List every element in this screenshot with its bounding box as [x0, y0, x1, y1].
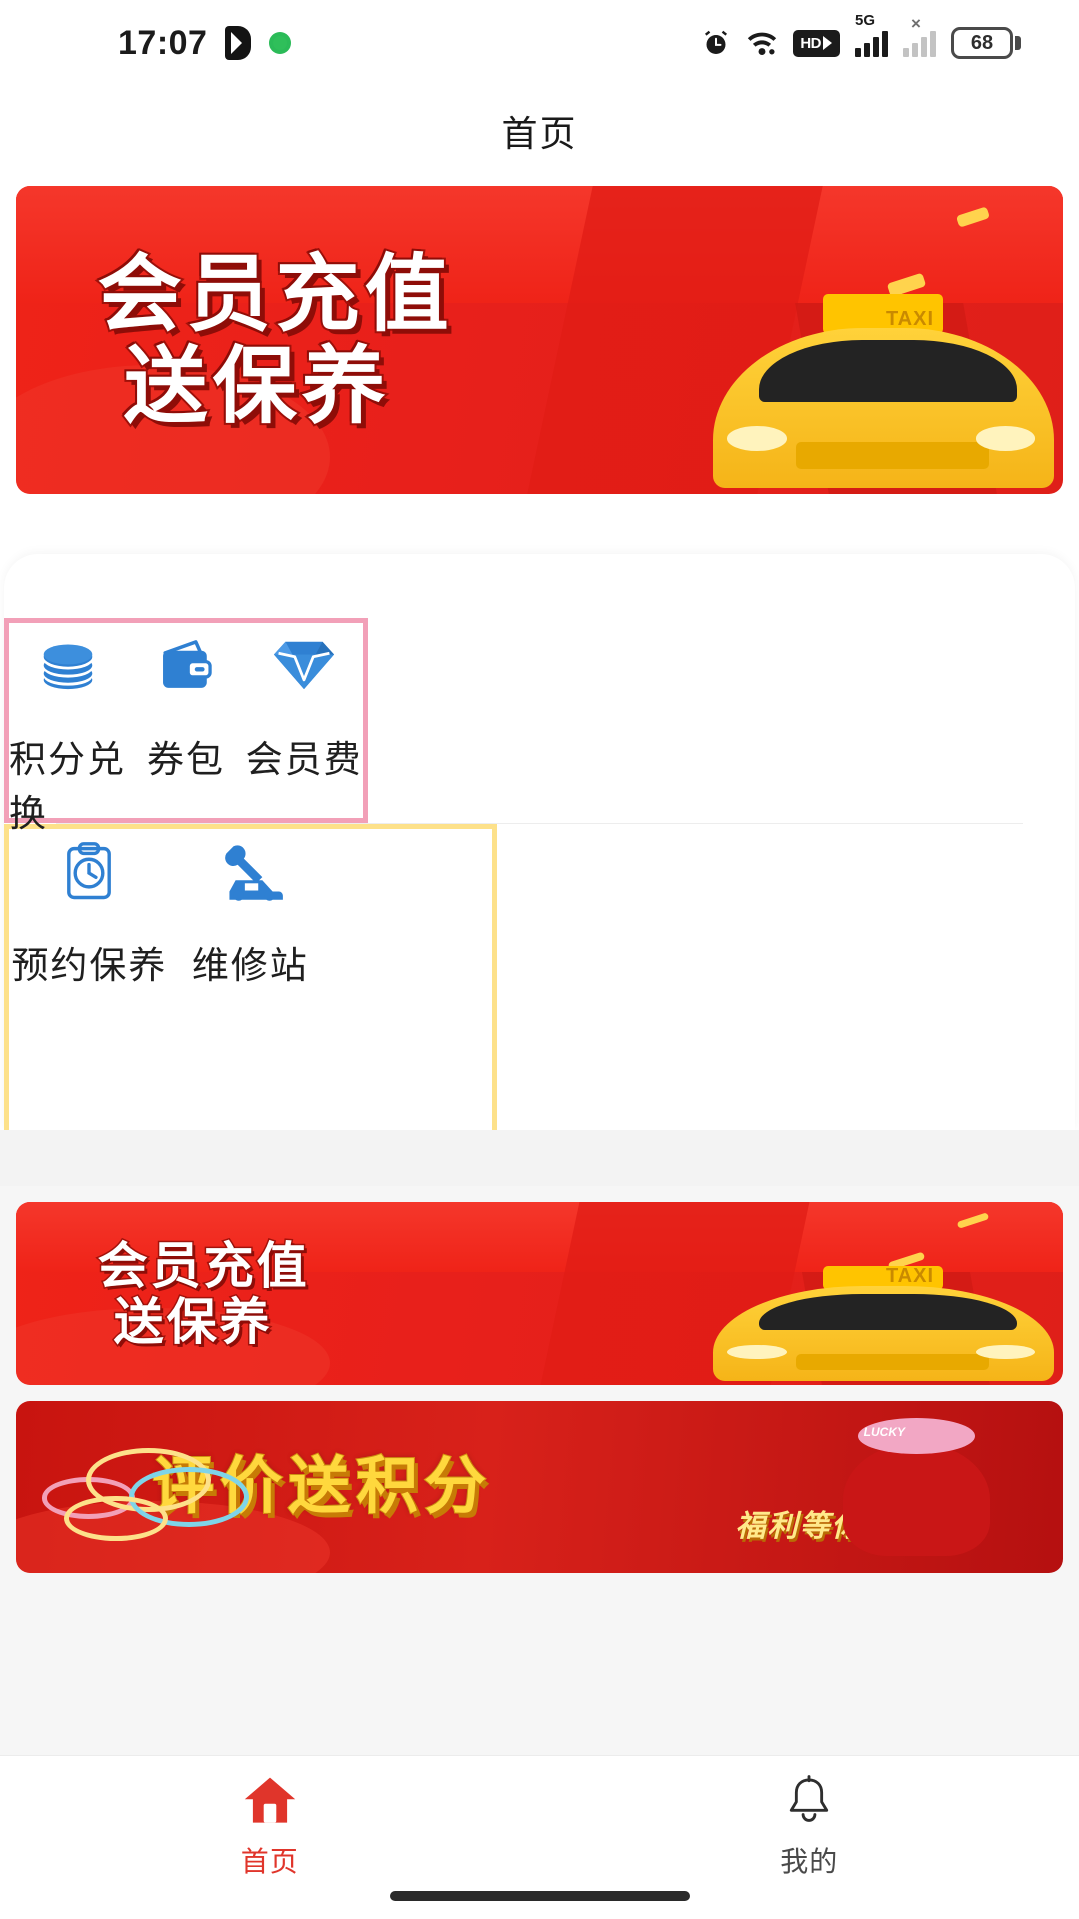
menu-item-book-maintenance[interactable]: 预约保养 [9, 829, 170, 1136]
home-indicator [389, 1891, 690, 1901]
promo-line-2: 送保养 [112, 1293, 273, 1350]
person-teal [796, 1272, 851, 1385]
quick-actions-row-2: 预约保养 维修站 [4, 823, 497, 1142]
wifi-icon [746, 28, 778, 58]
menu-item-coupon-pack[interactable]: 券包 [127, 623, 245, 818]
wallet-icon [149, 629, 223, 703]
tab-home[interactable]: 首页 [0, 1772, 540, 1880]
menu-item-points-exchange[interactable]: 积分兑换 [9, 623, 127, 834]
page-content: 会员充值 送保养 TAXI 积分兑换 券包 会员费 预约保养 维修站 会员充值 … [0, 176, 1079, 1755]
quick-actions-card: 积分兑换 券包 会员费 预约保养 维修站 [4, 554, 1075, 1143]
green-dot-icon [269, 32, 292, 54]
taxi-roof-label: TAXI [885, 1265, 935, 1288]
lucky-badge-label: LUCKY [863, 1425, 905, 1440]
menu-item-label: 积分兑换 [9, 739, 126, 834]
lucky-bag-decoration: LUCKY [843, 1418, 990, 1556]
battery-icon: 68 [951, 27, 1021, 59]
status-bar-clock: 17:07 [118, 23, 208, 62]
banner-line-1: 会员充值 [96, 247, 454, 341]
home-icon [239, 1772, 301, 1830]
tab-label: 首页 [240, 1846, 299, 1877]
alarm-icon [701, 28, 731, 58]
person-orange [994, 291, 1045, 494]
taxi-roof-label: TAXI [885, 307, 935, 330]
signal-5g-icon: 5G [855, 13, 888, 57]
diamond-icon [267, 629, 341, 703]
hero-menu-spacer [0, 494, 1079, 554]
status-bar-right: HD 5G × 68 [701, 13, 1021, 59]
bell-icon [778, 1772, 840, 1830]
battery-level: 68 [970, 32, 994, 54]
clipboard-clock-icon [52, 835, 126, 909]
member-recharge-banner[interactable]: 会员充值 送保养 TAXI [16, 186, 1063, 494]
banner-title-block: 会员充值 送保养 [96, 247, 454, 433]
tab-label: 我的 [780, 1846, 839, 1877]
menu-item-membership-fee[interactable]: 会员费 [245, 623, 363, 818]
promos-top-spacer [0, 1130, 1079, 1186]
hd-voice-icon: HD [793, 29, 840, 57]
menu-item-repair-station[interactable]: 维修站 [170, 829, 331, 1136]
menu-item-label: 预约保养 [11, 944, 168, 986]
menu-item-empty-slot [331, 829, 492, 1136]
play-badge-icon [225, 26, 252, 60]
person-blue [906, 229, 961, 494]
menu-item-label: 维修站 [191, 944, 309, 986]
taxi-illustration: TAXI [602, 186, 1063, 494]
hero-banner-section: 会员充值 送保养 TAXI [0, 176, 1079, 494]
coins-stack-icon [31, 629, 105, 703]
page-title: 首页 [501, 113, 578, 154]
status-bar: 17:07 HD 5G × 68 [0, 0, 1079, 86]
quick-actions-row-1: 积分兑换 券包 会员费 [4, 618, 369, 834]
person-blue [906, 1228, 961, 1385]
page-header: 首页 [0, 86, 1079, 176]
menu-item-label: 券包 [147, 739, 226, 780]
signal-no-service-icon: × [903, 15, 936, 57]
promo-line-1: 会员充值 [96, 1237, 310, 1294]
tab-profile[interactable]: 我的 [540, 1772, 1079, 1880]
promo-list: 会员充值 送保养 TAXI 评价送积分 福利等你拿 LUCKY [0, 1186, 1079, 1755]
taxi-illustration: TAXI [602, 1202, 1063, 1385]
banner-line-2: 送保养 [122, 339, 391, 433]
menu-item-label: 会员费 [245, 739, 363, 780]
review-points-promo[interactable]: 评价送积分 福利等你拿 LUCKY [16, 1401, 1063, 1573]
promo-title-block: 会员充值 送保养 [96, 1237, 310, 1350]
confetti-rings-decoration [37, 1442, 309, 1545]
person-orange [994, 1264, 1045, 1385]
wrench-car-icon [213, 835, 287, 909]
status-bar-left: 17:07 [118, 23, 292, 63]
member-recharge-promo[interactable]: 会员充值 送保养 TAXI [16, 1202, 1063, 1385]
app-screen: 17:07 HD 5G × 68 首页 会员充值 送保养 TAXI 积分兑换 券… [0, 0, 1079, 1919]
person-teal [796, 303, 851, 494]
